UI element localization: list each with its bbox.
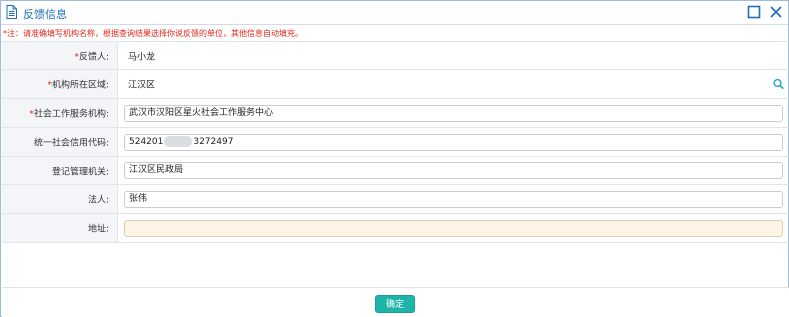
feedback-person-label: *反馈人: — [74, 52, 109, 62]
address-input[interactable] — [124, 220, 783, 237]
credit-code-label: 统一社会信用代码: — [33, 138, 109, 149]
address-label: 地址: — [87, 224, 109, 235]
legal-person-label: 法人: — [87, 195, 109, 206]
credit-code-prefix: 524201 — [129, 137, 164, 147]
row-legal-person: 法人: 张伟 — [2, 185, 789, 214]
row-organization: *社会工作服务机构: 武汉市汉阳区星火社会工作服务中心 — [2, 99, 789, 128]
row-registration-authority: 登记管理机关: 江汉区民政局 — [2, 157, 789, 185]
credit-code-input[interactable]: 524201 3272497 — [124, 134, 783, 151]
document-icon — [6, 5, 17, 19]
legal-person-input[interactable]: 张伟 — [124, 191, 783, 208]
row-address: 地址: — [2, 214, 789, 243]
row-credit-code: 统一社会信用代码: 524201 3272497 — [2, 128, 789, 157]
feedback-person-value: 马小龙 — [128, 52, 156, 62]
close-icon[interactable] — [768, 4, 784, 20]
notice-text: *注：请准确填写机构名称，根据查询结果选择你说反馈的单位，其他信息自动填充。 — [3, 29, 303, 38]
dialog-title: 反馈信息 — [23, 8, 67, 21]
region-label: *机构所在区域: — [47, 80, 109, 91]
credit-code-suffix: 3272497 — [193, 137, 234, 147]
registration-authority-label: 登记管理机关: — [51, 167, 109, 177]
search-icon[interactable] — [773, 78, 784, 90]
organization-input[interactable]: 武汉市汉阳区星火社会工作服务中心 — [124, 105, 783, 122]
row-region[interactable]: *机构所在区域: 江汉区 — [2, 70, 789, 99]
feedback-dialog: 反馈信息 *注：请准确填写机构名称，根据查询结果选择你说反馈的单位，其他信息自动… — [0, 0, 789, 317]
registration-authority-input[interactable]: 江汉区民政局 — [124, 162, 783, 179]
dialog-titlebar: 反馈信息 — [1, 1, 788, 25]
dialog-footer: 确定 — [2, 287, 789, 317]
organization-label: *社会工作服务机构: — [29, 109, 109, 120]
confirm-button[interactable]: 确定 — [375, 295, 415, 313]
region-value[interactable]: 江汉区 — [128, 78, 155, 91]
maximize-icon[interactable] — [746, 4, 762, 20]
redacted-blur — [164, 136, 193, 147]
row-feedback-person: *反馈人: 马小龙 — [2, 41, 789, 70]
